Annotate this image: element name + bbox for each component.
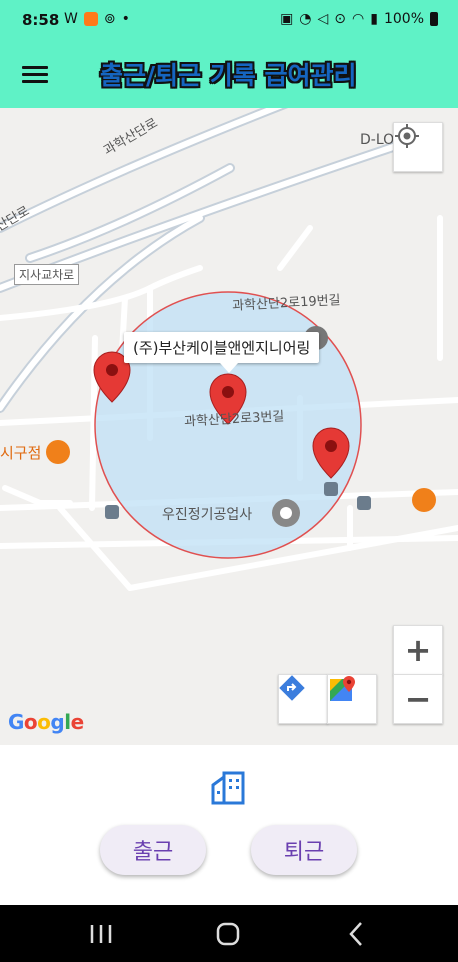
app-notification-icon [83, 12, 98, 26]
lock-icon: ▣ [280, 11, 294, 27]
google-logo: Google [8, 710, 84, 734]
zoom-out-button[interactable]: − [393, 674, 443, 724]
app-bar: 출근/퇴근 기록 급여관리 [0, 42, 458, 108]
notification-icons: W ⊚ • [64, 11, 130, 27]
recent-apps-icon[interactable] [82, 919, 122, 949]
directions-icon [279, 675, 305, 701]
location-icon: ⊙ [334, 11, 347, 27]
marker-info-window[interactable]: (주)부산케이블앤엔지니어링 [124, 332, 320, 373]
my-location-button[interactable] [393, 122, 443, 172]
directions-button[interactable] [278, 674, 328, 724]
signal-icon: ▮ [370, 11, 378, 27]
system-nav-bar [0, 905, 458, 962]
sync-icon: ⊚ [103, 11, 116, 27]
crosshair-icon [395, 124, 419, 148]
zoom-in-button[interactable]: + [393, 625, 443, 675]
battery-text: 100% [383, 11, 424, 27]
restaurant-label: 시구점 [0, 444, 42, 462]
mute-icon: ◁ [317, 11, 329, 27]
battery-icon [430, 12, 438, 26]
open-in-maps-button[interactable] [327, 674, 377, 724]
home-icon[interactable] [209, 919, 249, 949]
menu-icon[interactable] [22, 66, 48, 84]
dot-icon: • [121, 11, 130, 27]
back-icon[interactable] [337, 919, 377, 949]
company-label: 우진정기공업사 [162, 507, 253, 523]
wifi-icon: ◠ [352, 11, 365, 27]
junction-label: 지사교차로 [14, 264, 80, 285]
app-title: 출근/퇴근 기록 급여관리 [100, 61, 357, 90]
w-icon: W [64, 11, 78, 27]
system-icons: ▣ ◔ ◁ ⊙ ◠ ▮ 100% [280, 11, 438, 27]
clock-in-button[interactable]: 출근 [100, 825, 206, 875]
alarm-icon: ◔ [299, 11, 312, 27]
clock-out-button[interactable]: 퇴근 [251, 825, 357, 875]
building-icon [211, 771, 245, 805]
action-panel: 출근 퇴근 [0, 745, 458, 905]
google-maps-icon [330, 676, 355, 701]
status-bar: 8:58 W ⊚ • ▣ ◔ ◁ ⊙ ◠ ▮ 100% [0, 0, 458, 42]
map-view[interactable]: 과학산단로 산단로 지사교차로 D-LOK 과학산단2로19번길 과학산단2로3… [0, 108, 458, 745]
status-time: 8:58 [22, 11, 60, 29]
